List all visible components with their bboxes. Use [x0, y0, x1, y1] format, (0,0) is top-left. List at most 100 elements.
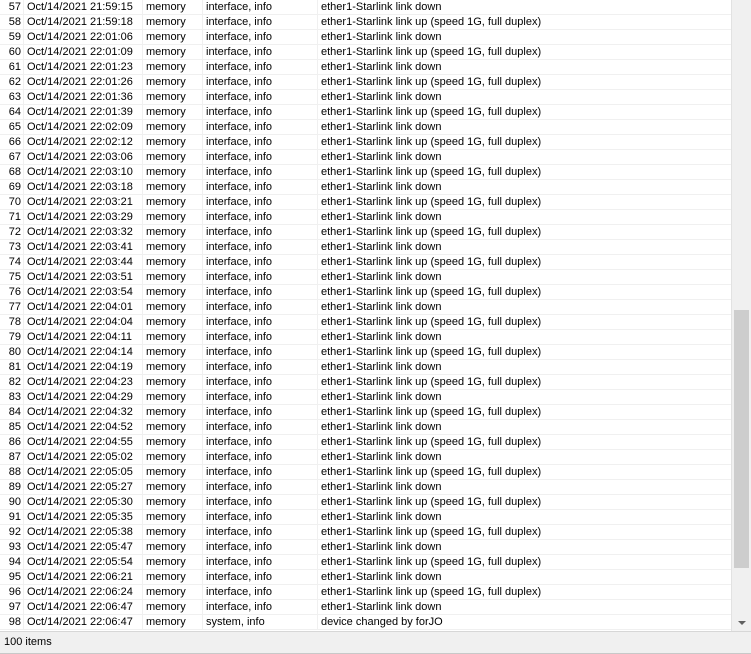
- cell-topics: interface, info: [203, 600, 318, 615]
- log-row[interactable]: 66 Oct/14/2021 22:02:12 memory interface, i…: [0, 135, 731, 150]
- cell-number: 74: [0, 255, 24, 270]
- cell-buffer: memory: [143, 525, 203, 540]
- cell-message: ether1-Starlink link down: [321, 91, 442, 103]
- log-row[interactable]: 69 Oct/14/2021 22:03:18 memory interface, i…: [0, 180, 731, 195]
- log-row[interactable]: 72 Oct/14/2021 22:03:32 memory interface, i…: [0, 225, 731, 240]
- cell-time: Oct/14/2021 21:59:18: [24, 15, 143, 30]
- log-list[interactable]: 57 Oct/14/2021 21:59:15 memory interface, i…: [0, 0, 731, 631]
- cell-time: Oct/14/2021 22:05:35: [24, 510, 143, 525]
- log-row[interactable]: 93 Oct/14/2021 22:05:47 memory interface, i…: [0, 540, 731, 555]
- cell-time: Oct/14/2021 22:03:41: [24, 240, 143, 255]
- log-row[interactable]: 61 Oct/14/2021 22:01:23 memory interface, i…: [0, 60, 731, 75]
- log-row[interactable]: 78 Oct/14/2021 22:04:04 memory interface, i…: [0, 315, 731, 330]
- cell-topics: interface, info: [203, 60, 318, 75]
- log-row[interactable]: 71 Oct/14/2021 22:03:29 memory interface, i…: [0, 210, 731, 225]
- cell-buffer: memory: [143, 60, 203, 75]
- cell-number: 95: [0, 570, 24, 585]
- cell-topics: interface, info: [203, 525, 318, 540]
- log-row[interactable]: 79 Oct/14/2021 22:04:11 memory interface, i…: [0, 330, 731, 345]
- log-row[interactable]: 97 Oct/14/2021 22:06:47 memory interface, i…: [0, 600, 731, 615]
- cell-buffer: memory: [143, 195, 203, 210]
- scroll-down-button[interactable]: [732, 614, 751, 631]
- log-row[interactable]: 73 Oct/14/2021 22:03:41 memory interface, i…: [0, 240, 731, 255]
- cell-message: ether1-Starlink link up (speed 1G, full …: [321, 496, 542, 508]
- cell-time: Oct/14/2021 22:04:29: [24, 390, 143, 405]
- cell-number: 59: [0, 30, 24, 45]
- cell-time: Oct/14/2021 22:03:06: [24, 150, 143, 165]
- log-row[interactable]: 58 Oct/14/2021 21:59:18 memory interface, i…: [0, 15, 731, 30]
- log-row[interactable]: 67 Oct/14/2021 22:03:06 memory interface, i…: [0, 150, 731, 165]
- log-row[interactable]: 94 Oct/14/2021 22:05:54 memory interface, i…: [0, 555, 731, 570]
- cell-number: 84: [0, 405, 24, 420]
- cell-buffer: memory: [143, 540, 203, 555]
- log-row[interactable]: 60 Oct/14/2021 22:01:09 memory interface, i…: [0, 45, 731, 60]
- item-count: 100 items: [4, 636, 52, 648]
- cell-time: Oct/14/2021 22:04:32: [24, 405, 143, 420]
- cell-buffer: memory: [143, 495, 203, 510]
- cell-message: ether1-Starlink link up (speed 1G, full …: [321, 586, 542, 598]
- log-row[interactable]: 96 Oct/14/2021 22:06:24 memory interface, i…: [0, 585, 731, 600]
- log-row[interactable]: 77 Oct/14/2021 22:04:01 memory interface, i…: [0, 300, 731, 315]
- log-row[interactable]: 76 Oct/14/2021 22:03:54 memory interface, i…: [0, 285, 731, 300]
- log-row[interactable]: 95 Oct/14/2021 22:06:21 memory interface, i…: [0, 570, 731, 585]
- cell-time: Oct/14/2021 22:03:21: [24, 195, 143, 210]
- cell-message: ether1-Starlink link down: [321, 601, 442, 613]
- cell-time: Oct/14/2021 22:04:11: [24, 330, 143, 345]
- cell-message: ether1-Starlink link up (speed 1G, full …: [321, 106, 542, 118]
- cell-number: 78: [0, 315, 24, 330]
- log-row[interactable]: 68 Oct/14/2021 22:03:10 memory interface, i…: [0, 165, 731, 180]
- cell-buffer: memory: [143, 420, 203, 435]
- cell-topics: interface, info: [203, 495, 318, 510]
- cell-topics: interface, info: [203, 255, 318, 270]
- log-row[interactable]: 98 Oct/14/2021 22:06:47 memory system, info…: [0, 615, 731, 630]
- log-row[interactable]: 82 Oct/14/2021 22:04:23 memory interface, i…: [0, 375, 731, 390]
- log-row[interactable]: 89 Oct/14/2021 22:05:27 memory interface, i…: [0, 480, 731, 495]
- log-row[interactable]: 83 Oct/14/2021 22:04:29 memory interface, i…: [0, 390, 731, 405]
- log-row[interactable]: 88 Oct/14/2021 22:05:05 memory interface, i…: [0, 465, 731, 480]
- cell-time: Oct/14/2021 22:03:54: [24, 285, 143, 300]
- cell-topics: interface, info: [203, 285, 318, 300]
- log-row[interactable]: 87 Oct/14/2021 22:05:02 memory interface, i…: [0, 450, 731, 465]
- cell-time: Oct/14/2021 22:06:47: [24, 600, 143, 615]
- cell-topics: interface, info: [203, 210, 318, 225]
- cell-buffer: memory: [143, 120, 203, 135]
- cell-message: ether1-Starlink link down: [321, 331, 442, 343]
- log-row[interactable]: 86 Oct/14/2021 22:04:55 memory interface, i…: [0, 435, 731, 450]
- log-row[interactable]: 92 Oct/14/2021 22:05:38 memory interface, i…: [0, 525, 731, 540]
- cell-buffer: memory: [143, 240, 203, 255]
- cell-number: 81: [0, 360, 24, 375]
- log-row[interactable]: 84 Oct/14/2021 22:04:32 memory interface, i…: [0, 405, 731, 420]
- scrollbar-thumb[interactable]: [734, 310, 749, 568]
- cell-number: 97: [0, 600, 24, 615]
- vertical-scrollbar[interactable]: [731, 0, 751, 631]
- log-row[interactable]: 74 Oct/14/2021 22:03:44 memory interface, i…: [0, 255, 731, 270]
- log-row[interactable]: 63 Oct/14/2021 22:01:36 memory interface, i…: [0, 90, 731, 105]
- log-row[interactable]: 85 Oct/14/2021 22:04:52 memory interface, i…: [0, 420, 731, 435]
- cell-topics: interface, info: [203, 270, 318, 285]
- log-row[interactable]: 80 Oct/14/2021 22:04:14 memory interface, i…: [0, 345, 731, 360]
- log-row[interactable]: 75 Oct/14/2021 22:03:51 memory interface, i…: [0, 270, 731, 285]
- cell-time: Oct/14/2021 22:06:21: [24, 570, 143, 585]
- log-row[interactable]: 62 Oct/14/2021 22:01:26 memory interface, i…: [0, 75, 731, 90]
- log-row[interactable]: 59 Oct/14/2021 22:01:06 memory interface, i…: [0, 30, 731, 45]
- cell-time: Oct/14/2021 22:05:05: [24, 465, 143, 480]
- cell-time: Oct/14/2021 22:05:38: [24, 525, 143, 540]
- cell-time: Oct/14/2021 21:59:15: [24, 0, 143, 15]
- cell-topics: interface, info: [203, 45, 318, 60]
- cell-topics: interface, info: [203, 540, 318, 555]
- log-row[interactable]: 57 Oct/14/2021 21:59:15 memory interface, i…: [0, 0, 731, 15]
- log-row[interactable]: 65 Oct/14/2021 22:02:09 memory interface, i…: [0, 120, 731, 135]
- log-row[interactable]: 91 Oct/14/2021 22:05:35 memory interface, i…: [0, 510, 731, 525]
- cell-number: 57: [0, 0, 24, 15]
- log-row[interactable]: 90 Oct/14/2021 22:05:30 memory interface, i…: [0, 495, 731, 510]
- log-row[interactable]: 81 Oct/14/2021 22:04:19 memory interface, i…: [0, 360, 731, 375]
- cell-number: 85: [0, 420, 24, 435]
- log-row[interactable]: 70 Oct/14/2021 22:03:21 memory interface, i…: [0, 195, 731, 210]
- cell-topics: system, info: [203, 615, 318, 630]
- log-row[interactable]: 64 Oct/14/2021 22:01:39 memory interface, i…: [0, 105, 731, 120]
- cell-topics: interface, info: [203, 90, 318, 105]
- cell-time: Oct/14/2021 22:06:24: [24, 585, 143, 600]
- cell-time: Oct/14/2021 22:02:09: [24, 120, 143, 135]
- cell-topics: interface, info: [203, 300, 318, 315]
- cell-number: 90: [0, 495, 24, 510]
